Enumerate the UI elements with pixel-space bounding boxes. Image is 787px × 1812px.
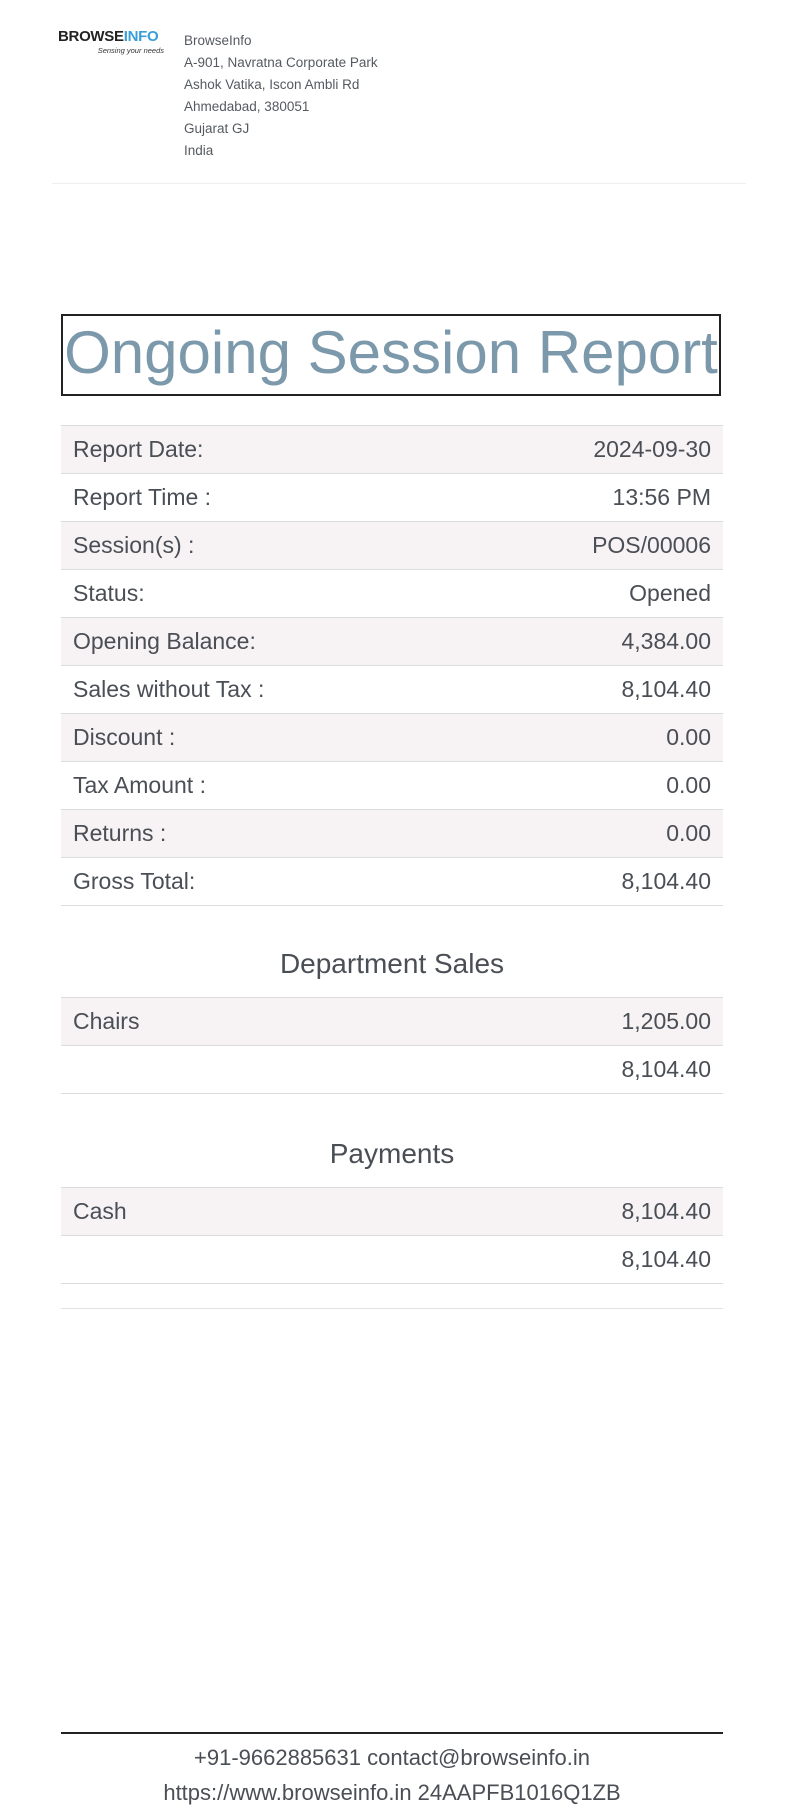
table-row: Session(s) : POS/00006 (61, 521, 723, 570)
address-city-zip: Ahmedabad, 380051 (184, 99, 310, 114)
footer-website-gst: https://www.browseinfo.in 24AAPFB1016Q1Z… (163, 1780, 621, 1805)
logo-tagline: Sensing your needs (97, 46, 164, 55)
row-value: 8,104.40 (458, 857, 723, 906)
address-line-1: A-901, Navratna Corporate Park (184, 55, 378, 70)
table-row: Chairs 1,205.00 (61, 997, 723, 1046)
company-name: BrowseInfo (184, 33, 252, 48)
table-row: Report Date: 2024-09-30 (61, 425, 723, 474)
row-total: 8,104.40 (329, 1235, 723, 1284)
row-label: Returns : (61, 809, 459, 858)
table-row: Cash 8,104.40 (61, 1187, 723, 1236)
table-row: Opening Balance: 4,384.00 (61, 617, 723, 666)
department-sales-table: Chairs 1,205.00 8,104.40 (61, 997, 723, 1094)
table-row: Status: Opened (61, 569, 723, 618)
summary-table: Report Date: 2024-09-30 Report Time :13:5… (61, 425, 723, 906)
report-end-divider (61, 1308, 723, 1309)
footer-contact: +91-9662885631 contact@browseinfo.in (194, 1745, 590, 1770)
row-value: 0.00 (458, 713, 723, 762)
address-line-2: Ashok Vatika, Iscon Ambli Rd (184, 77, 360, 92)
row-total: 8,104.40 (354, 1045, 723, 1094)
logo-wordmark: BROWSEINFO (58, 28, 159, 45)
address-state: Gujarat GJ (184, 121, 250, 136)
table-row: Discount :0.00 (61, 713, 723, 762)
payments-table: Cash 8,104.40 8,104.40 (61, 1187, 723, 1284)
row-value: 0.00 (458, 809, 723, 858)
row-label: Discount : (61, 713, 459, 762)
row-value: 8,104.40 (329, 1187, 723, 1236)
row-label: Chairs (61, 997, 355, 1046)
table-row: 8,104.40 (61, 1045, 723, 1094)
table-row: Tax Amount :0.00 (61, 761, 723, 810)
row-label: Sales without Tax : (61, 665, 459, 714)
row-value: POS/00006 (458, 521, 723, 570)
report-footer: +91-9662885631 contact@browseinfo.in htt… (61, 1740, 723, 1810)
table-row: Report Time :13:56 PM (61, 473, 723, 522)
table-row: Gross Total: 8,104.40 (61, 857, 723, 906)
table-row: Returns :0.00 (61, 809, 723, 858)
department-sales-heading: Department Sales (279, 948, 505, 979)
row-value: 1,205.00 (354, 997, 723, 1046)
row-label: Tax Amount : (61, 761, 459, 810)
row-label: Session(s) : (61, 521, 459, 570)
browseinfo-logo: BROWSEINFO Sensing your needs (58, 28, 168, 60)
row-label (61, 1045, 355, 1094)
row-value: 0.00 (458, 761, 723, 810)
row-label: Cash (61, 1187, 330, 1236)
row-label (61, 1235, 330, 1284)
row-value: 8,104.40 (458, 665, 723, 714)
row-value: Opened (458, 569, 723, 618)
row-label: Gross Total: (61, 857, 459, 906)
report-title: Ongoing Session Report (64, 319, 718, 386)
table-row: Sales without Tax :8,104.40 (61, 665, 723, 714)
address-country: India (184, 143, 214, 158)
row-label: Report Date: (61, 425, 459, 474)
row-value: 4,384.00 (458, 617, 723, 666)
row-value: 2024-09-30 (458, 425, 723, 474)
row-value: 13:56 PM (458, 473, 723, 522)
company-address: BrowseInfo A-901, Navratna Corporate Par… (184, 30, 378, 162)
table-row: 8,104.40 (61, 1235, 723, 1284)
report-title-box: Ongoing Session Report (61, 314, 721, 396)
row-label: Status: (61, 569, 459, 618)
row-label: Opening Balance: (61, 617, 459, 666)
footer-divider (61, 1732, 723, 1734)
row-label: Report Time : (61, 473, 459, 522)
payments-heading: Payments (329, 1138, 455, 1169)
company-header: BROWSEINFO Sensing your needs BrowseInfo… (52, 0, 746, 184)
